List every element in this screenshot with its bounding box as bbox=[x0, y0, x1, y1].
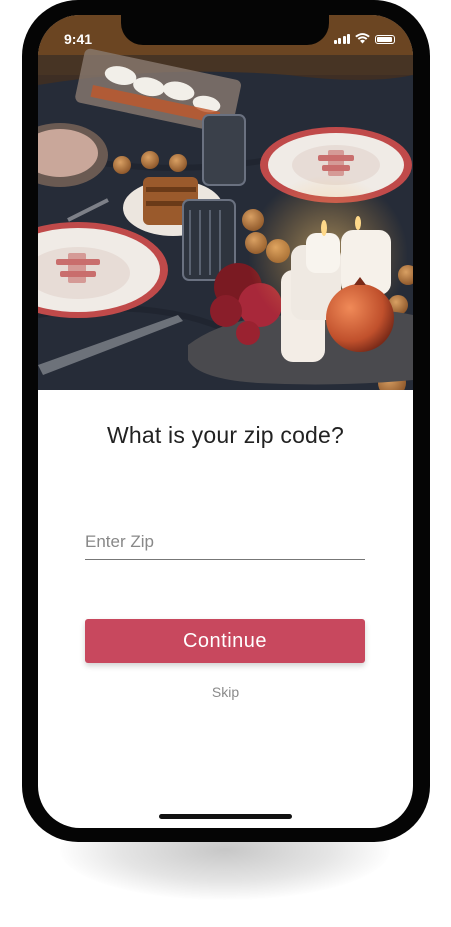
dinner-table-photo bbox=[38, 15, 413, 390]
battery-icon bbox=[375, 35, 395, 44]
status-icons bbox=[333, 33, 395, 44]
skip-link[interactable]: Skip bbox=[38, 684, 413, 700]
status-time: 9:41 bbox=[64, 31, 93, 47]
hero-image bbox=[38, 15, 413, 390]
screen: 9:41 What is your zip code? Continue Ski… bbox=[38, 15, 413, 828]
cellular-signal-icon bbox=[333, 34, 350, 44]
page-title: What is your zip code? bbox=[106, 422, 345, 448]
notch bbox=[121, 15, 329, 45]
home-indicator bbox=[159, 814, 292, 819]
continue-button[interactable]: Continue bbox=[85, 619, 365, 663]
wifi-icon bbox=[355, 33, 370, 44]
zip-code-input[interactable] bbox=[85, 529, 365, 560]
